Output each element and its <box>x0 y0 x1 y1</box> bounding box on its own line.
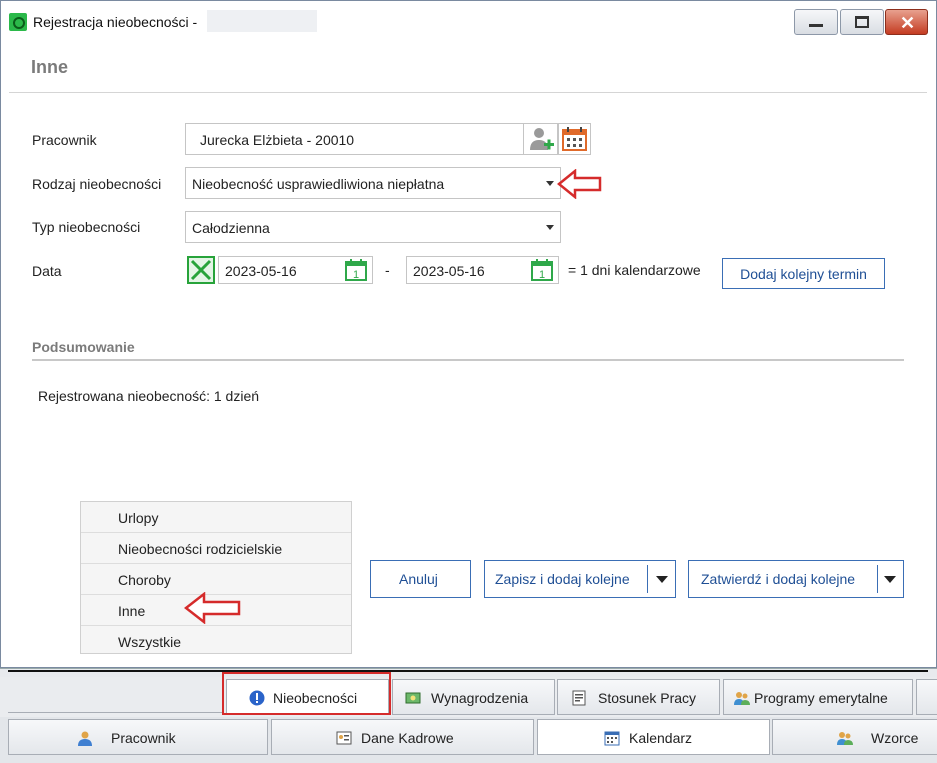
document-icon <box>572 690 586 706</box>
money-icon <box>405 692 421 704</box>
tab-stosunek-pracy[interactable]: Stosunek Pracy <box>557 679 720 715</box>
absence-type-value: Całodzienna <box>192 220 270 236</box>
confirm-and-add-button[interactable]: Zatwierdź i dodaj kolejne <box>688 560 904 598</box>
add-person-button[interactable] <box>523 123 558 155</box>
save-and-add-button[interactable]: Zapisz i dodaj kolejne <box>484 560 676 598</box>
cancel-label: Anuluj <box>399 571 438 587</box>
pracownik-label: Pracownik <box>32 132 97 148</box>
absence-type-select[interactable]: Całodzienna <box>185 211 561 243</box>
calendar-icon <box>604 731 620 746</box>
tab-strip <box>0 668 937 677</box>
absence-kind-value: Nieobecność usprawiedliwiona niepłatna <box>192 176 445 192</box>
employee-value: Jurecka Elżbieta - 20010 <box>200 132 355 148</box>
annotation-arrow-icon <box>184 592 241 624</box>
tab-label: Stosunek Pracy <box>598 690 697 706</box>
data-label: Data <box>32 263 62 279</box>
close-button[interactable]: ✕ <box>885 9 928 35</box>
tab-label: Kalendarz <box>629 730 693 746</box>
id-card-icon <box>336 731 352 745</box>
window-title: Rejestracja nieobecności - <box>33 14 198 30</box>
save-and-add-label: Zapisz i dodaj kolejne <box>495 571 630 587</box>
calendar-button[interactable] <box>558 123 591 155</box>
date-to-value: 2023-05-16 <box>413 263 485 279</box>
menu-item-urlopy[interactable]: Urlopy <box>81 502 351 533</box>
confirm-and-add-label: Zatwierdź i dodaj kolejne <box>701 571 856 587</box>
split-divider <box>877 565 878 593</box>
calendar-day-text: 1 <box>353 269 359 281</box>
people-icon <box>837 732 853 745</box>
maximize-icon <box>855 16 869 28</box>
tab-row-spacer <box>8 677 223 713</box>
menu-item-label: Choroby <box>118 572 171 588</box>
annotation-arrow-icon <box>557 169 602 199</box>
tab-pracownik[interactable]: Pracownik <box>8 719 268 755</box>
date-range-dash: - <box>385 262 390 278</box>
tab-overflow[interactable] <box>916 679 937 715</box>
chevron-down-icon <box>546 181 554 186</box>
calendar-days-count: = 1 dni kalendarzowe <box>568 262 701 278</box>
menu-item-choroby[interactable]: Choroby <box>81 564 351 595</box>
absence-registration-window: Rejestracja nieobecności - ✕ Inne Pracow… <box>0 0 937 668</box>
date-to-input[interactable]: 2023-05-16 1 <box>406 256 559 284</box>
close-icon: ✕ <box>900 13 916 33</box>
tab-label: Dane Kadrowe <box>361 730 454 746</box>
add-term-button[interactable]: Dodaj kolejny termin <box>722 258 885 289</box>
person-icon <box>78 731 92 746</box>
tab-programy-emerytalne[interactable]: Programy emerytalne <box>723 679 913 715</box>
menu-item-label: Inne <box>118 603 146 619</box>
date-picker-icon[interactable]: 1 <box>345 259 367 281</box>
summary-divider <box>32 359 904 361</box>
tab-label: Programy emerytalne <box>754 690 888 706</box>
heading-divider <box>9 92 927 93</box>
chevron-down-icon <box>546 225 554 230</box>
menu-item-nieobecnosci-rodzicielskie[interactable]: Nieobecności rodzicielskie <box>81 533 351 564</box>
menu-item-wszystkie[interactable]: Wszystkie <box>81 626 351 657</box>
tab-label: Pracownik <box>111 730 176 746</box>
x-mark-icon <box>190 259 212 281</box>
menu-item-label: Urlopy <box>118 510 159 526</box>
absence-category-menu: Urlopy Nieobecności rodzicielskie Chorob… <box>80 501 352 654</box>
tab-dane-kadrowe[interactable]: Dane Kadrowe <box>271 719 534 755</box>
menu-item-label: Wszystkie <box>118 634 181 650</box>
person-add-icon <box>530 128 554 150</box>
typ-label: Typ nieobecności <box>32 219 141 235</box>
chevron-down-icon[interactable] <box>884 576 896 583</box>
tab-kalendarz[interactable]: Kalendarz <box>537 719 770 755</box>
cancel-button[interactable]: Anuluj <box>370 560 471 598</box>
minimize-button[interactable] <box>794 9 838 35</box>
page-heading: Inne <box>31 57 69 77</box>
clear-dates-checkbox[interactable] <box>187 256 215 284</box>
calendar-icon <box>562 127 587 151</box>
rodzaj-label: Rodzaj nieobecności <box>32 176 162 192</box>
chevron-down-icon[interactable] <box>656 576 668 583</box>
annotation-highlight-box <box>222 672 391 715</box>
tab-wynagrodzenia[interactable]: Wynagrodzenia <box>392 679 555 715</box>
people-icon <box>734 692 750 705</box>
tab-label: Wzorce <box>871 730 919 746</box>
summary-text: Rejestrowana nieobecność: 1 dzień <box>38 388 260 404</box>
date-from-value: 2023-05-16 <box>225 263 297 279</box>
title-bar[interactable]: Rejestracja nieobecności - ✕ <box>1 1 936 41</box>
absence-kind-select[interactable]: Nieobecność usprawiedliwiona niepłatna <box>185 167 561 199</box>
app-logo-icon <box>9 13 27 31</box>
summary-title: Podsumowanie <box>32 339 135 355</box>
date-picker-icon[interactable]: 1 <box>531 259 553 281</box>
calendar-day-text: 1 <box>539 269 545 281</box>
maximize-button[interactable] <box>840 9 884 35</box>
split-divider <box>647 565 648 593</box>
redacted-title-area <box>207 10 317 32</box>
employee-field[interactable]: Jurecka Elżbieta - 20010 <box>185 123 524 155</box>
tab-label: Wynagrodzenia <box>431 690 529 706</box>
menu-item-label: Nieobecności rodzicielskie <box>118 541 283 557</box>
tab-wzorce[interactable]: Wzorce <box>772 719 937 755</box>
date-from-input[interactable]: 2023-05-16 1 <box>218 256 373 284</box>
minimize-icon <box>809 24 823 27</box>
